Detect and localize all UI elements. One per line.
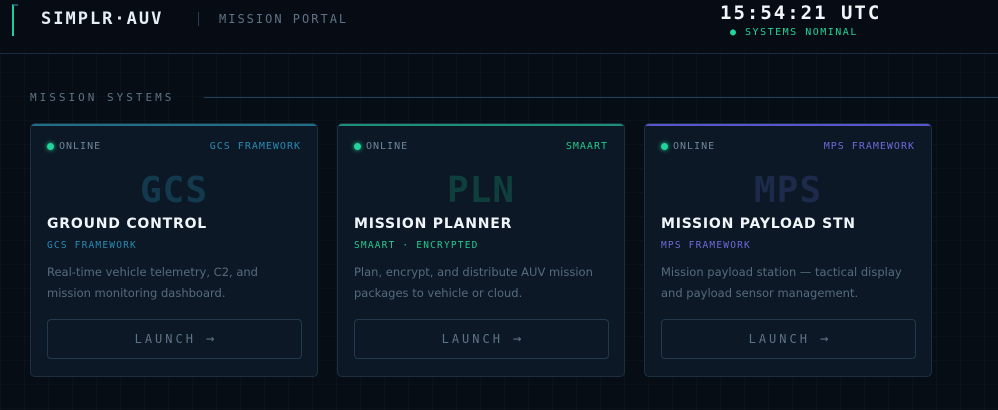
launch-label: LAUNCH xyxy=(748,332,810,346)
launch-mps-button[interactable]: LAUNCH → xyxy=(661,319,916,359)
arrow-right-icon: → xyxy=(819,331,829,347)
portal-label: MISSION PORTAL xyxy=(219,12,349,26)
arrow-right-icon: → xyxy=(512,331,522,347)
card-title: MISSION PLANNER xyxy=(354,216,513,232)
card-subtitle: MPS FRAMEWORK xyxy=(661,240,751,251)
card-title: GROUND CONTROL xyxy=(47,216,207,232)
online-dot-icon xyxy=(354,143,361,150)
card-description: Plan, encrypt, and distribute AUV missio… xyxy=(354,265,593,300)
systems-status: ● SYSTEMS NOMINAL xyxy=(730,27,858,38)
utc-clock: 15:54:21 UTC xyxy=(720,2,882,24)
system-card-mps: ONLINE MPS FRAMEWORK MPS MISSION PAYLOAD… xyxy=(644,123,932,377)
card-subtitle: SMAART · ENCRYPTED xyxy=(354,240,479,251)
card-code: GCS xyxy=(139,170,209,211)
card-code: PLN xyxy=(446,170,516,211)
card-status: ONLINE xyxy=(354,141,408,152)
card-title: MISSION PAYLOAD STN xyxy=(661,216,856,232)
section-divider xyxy=(204,97,998,98)
launch-gcs-button[interactable]: LAUNCH → xyxy=(47,319,302,359)
card-accent-line xyxy=(338,124,624,126)
system-card-gcs: ONLINE GCS FRAMEWORK GCS GROUND CONTROL … xyxy=(30,123,318,377)
card-description: Real-time vehicle telemetry, C2, and mis… xyxy=(47,265,258,300)
card-status-label: ONLINE xyxy=(59,141,102,152)
card-status-label: ONLINE xyxy=(366,141,409,152)
card-tag: SMAART xyxy=(565,141,608,152)
card-status-label: ONLINE xyxy=(673,141,716,152)
launch-pln-button[interactable]: LAUNCH → xyxy=(354,319,609,359)
card-accent-line xyxy=(645,124,931,126)
card-code: MPS xyxy=(753,170,823,211)
card-accent-line xyxy=(31,124,317,126)
brand-name: SIMPLR·AUV xyxy=(41,9,164,29)
card-description: Mission payload station — tactical displ… xyxy=(661,265,902,300)
top-header: SIMPLR·AUV MISSION PORTAL 15:54:21 UTC ●… xyxy=(0,0,998,54)
card-status: ONLINE xyxy=(47,141,101,152)
card-status: ONLINE xyxy=(661,141,715,152)
system-card-pln: ONLINE SMAART PLN MISSION PLANNER SMAART… xyxy=(337,123,625,377)
brand-mark-icon xyxy=(12,4,18,36)
online-dot-icon xyxy=(47,143,54,150)
header-divider xyxy=(198,12,199,26)
card-subtitle: GCS FRAMEWORK xyxy=(47,240,137,251)
online-dot-icon xyxy=(661,143,668,150)
arrow-right-icon: → xyxy=(205,331,215,347)
card-tag: MPS FRAMEWORK xyxy=(823,141,915,152)
section-title: MISSION SYSTEMS xyxy=(30,91,175,104)
card-tag: GCS FRAMEWORK xyxy=(209,141,301,152)
launch-label: LAUNCH xyxy=(134,332,196,346)
launch-label: LAUNCH xyxy=(441,332,503,346)
